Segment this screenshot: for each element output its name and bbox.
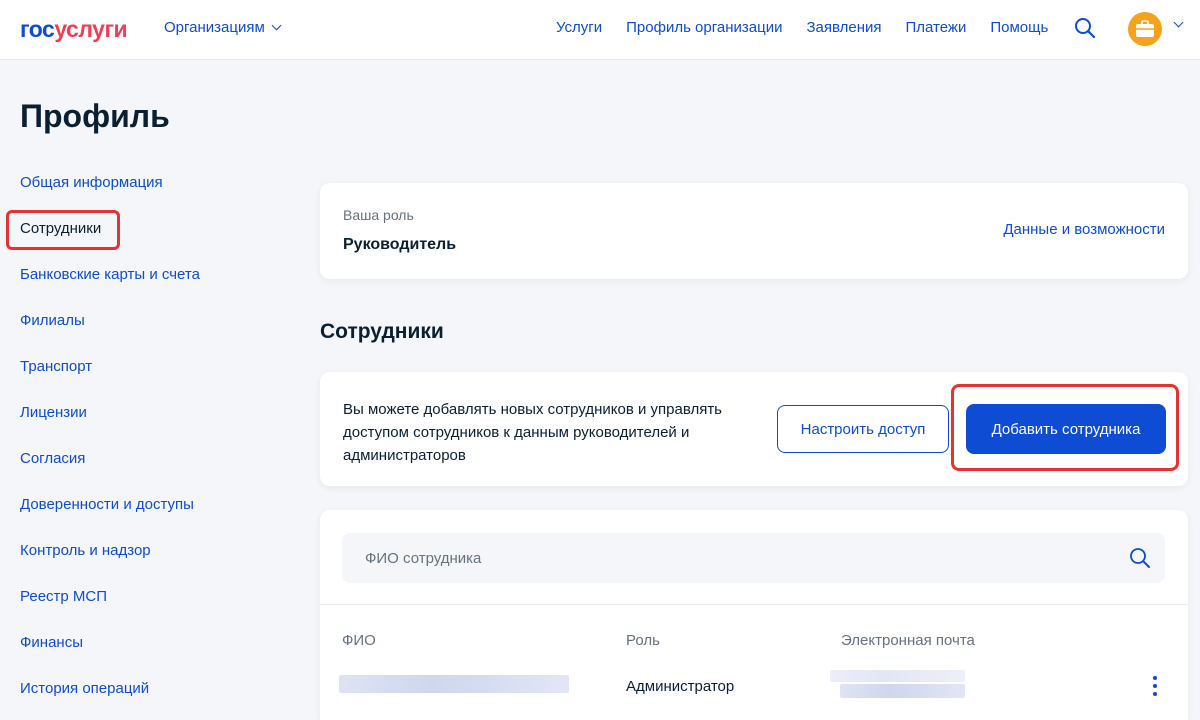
briefcase-icon [1136, 20, 1154, 37]
chevron-down-icon[interactable] [1173, 17, 1184, 28]
gosuslugi-logo[interactable]: госуслуги [20, 15, 128, 43]
sidebar-item-bank-cards[interactable]: Банковские карты и счета [20, 266, 200, 283]
nav-services[interactable]: Услуги [556, 19, 602, 36]
employee-search-input[interactable] [342, 533, 1122, 583]
column-header-role: Роль [626, 632, 660, 649]
more-options-icon[interactable] [1152, 676, 1158, 696]
configure-access-button[interactable]: Настроить доступ [777, 405, 949, 453]
sidebar-item-powers-of-attorney[interactable]: Доверенности и доступы [20, 496, 194, 513]
column-header-email: Электронная почта [841, 632, 975, 649]
org-avatar[interactable] [1128, 12, 1162, 46]
page-title: Профиль [20, 98, 170, 134]
sidebar-item-branches[interactable]: Филиалы [20, 312, 85, 329]
search-icon[interactable] [1129, 547, 1151, 569]
nav-payments[interactable]: Платежи [906, 19, 967, 36]
data-and-capabilities-link[interactable]: Данные и возможности [1003, 221, 1165, 238]
sidebar-item-consents[interactable]: Согласия [20, 450, 85, 467]
employees-section-title: Сотрудники [320, 320, 444, 343]
role-value: Руководитель [343, 236, 457, 253]
top-header: госуслуги Организациям Услуги Профиль ор… [0, 0, 1200, 60]
organizations-menu-label: Организациям [164, 19, 265, 36]
sidebar-item-supervision[interactable]: Контроль и надзор [20, 542, 151, 559]
sidebar-item-general[interactable]: Общая информация [20, 174, 163, 191]
redacted-email-top [830, 670, 965, 682]
redacted-email [840, 684, 965, 698]
sidebar-item-operations-history[interactable]: История операций [20, 680, 149, 697]
top-nav: Услуги Профиль организации Заявления Пла… [556, 19, 1048, 36]
sidebar-item-msp-registry[interactable]: Реестр МСП [20, 588, 107, 605]
organizations-menu[interactable]: Организациям [164, 19, 282, 36]
chevron-down-icon [271, 20, 282, 31]
nav-applications[interactable]: Заявления [806, 19, 881, 36]
employees-table-card: ФИО Роль Электронная почта Администратор [320, 510, 1188, 720]
sidebar-item-licenses[interactable]: Лицензии [20, 404, 87, 421]
role-card: Ваша роль Руководитель Данные и возможно… [320, 183, 1188, 279]
employee-search-box [342, 533, 1165, 583]
employees-info-text: Вы можете добавлять новых сотрудников и … [343, 401, 722, 464]
redacted-name [339, 675, 569, 693]
highlight-frame-add-button [951, 384, 1179, 471]
nav-org-profile[interactable]: Профиль организации [626, 19, 782, 36]
sidebar-item-transport[interactable]: Транспорт [20, 358, 92, 375]
highlight-frame-sidebar [6, 210, 120, 250]
nav-help[interactable]: Помощь [990, 19, 1048, 36]
column-header-name: ФИО [342, 632, 376, 649]
search-icon[interactable] [1074, 17, 1096, 39]
divider [320, 604, 1188, 605]
role-label: Ваша роль [343, 207, 414, 223]
employee-role: Администратор [626, 678, 735, 695]
sidebar-item-finance[interactable]: Финансы [20, 634, 83, 651]
